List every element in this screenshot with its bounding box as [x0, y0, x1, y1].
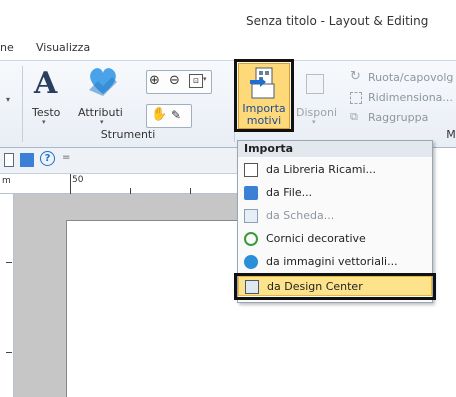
vector-icon — [244, 255, 258, 269]
ruota-button[interactable]: ↻ Ruota/capovolg — [346, 69, 456, 86]
zoom-fit-icon[interactable]: ⊡ — [189, 74, 203, 88]
group-m-label: M — [446, 128, 456, 141]
import-menu-header: Importa — [238, 141, 432, 157]
design-page[interactable] — [66, 220, 240, 397]
layout-icon[interactable] — [20, 153, 34, 167]
window-title: Senza titolo - Layout & Editing — [246, 14, 429, 28]
menu-item-label: da immagini vettoriali... — [266, 255, 398, 268]
text-icon: A — [34, 66, 58, 101]
page-icon[interactable] — [4, 153, 14, 167]
customize-icon[interactable]: = — [62, 152, 70, 163]
resize-icon — [350, 92, 362, 104]
tab-visualizza[interactable]: Visualizza — [36, 41, 90, 54]
ruler-tick — [6, 352, 12, 353]
measure-icon[interactable]: ✎ — [171, 108, 181, 122]
ridimensiona-label: Ridimensiona... — [368, 91, 453, 104]
library-icon — [244, 163, 258, 177]
heart-icon — [89, 68, 117, 96]
testo-label: Testo — [32, 106, 61, 119]
group-icon: ⧉ — [350, 110, 358, 123]
menu-item-file[interactable]: da File... — [238, 183, 432, 203]
menu-item-vettoriali[interactable]: da immagini vettoriali... — [238, 252, 432, 272]
design-center-callout — [234, 273, 436, 300]
pan-measure-group: ✋ ✎ — [146, 104, 192, 128]
testo-button[interactable]: A Testo ▾ — [28, 64, 66, 126]
raggruppa-label: Raggruppa — [368, 111, 429, 124]
ruler-tick — [6, 262, 12, 263]
strumenti-group-label: Strumenti — [100, 128, 156, 141]
menu-item-cornici[interactable]: Cornici decorative — [238, 229, 432, 249]
chevron-down-icon: ▾ — [42, 118, 46, 126]
menu-item-label: da File... — [266, 186, 313, 199]
ridimensiona-button[interactable]: Ridimensiona... — [346, 90, 456, 106]
frame-icon — [244, 232, 258, 246]
folder-icon — [244, 186, 258, 200]
horizontal-ruler — [0, 174, 240, 194]
zoom-out-icon[interactable]: ⊖ — [169, 73, 180, 88]
chevron-down-icon: ▾ — [312, 118, 316, 126]
tab-partial[interactable]: ne — [0, 41, 14, 54]
ruler-tick — [70, 174, 71, 194]
arrange-icon — [306, 74, 324, 94]
disponi-label: Disponi — [296, 106, 337, 119]
menu-item-libreria[interactable]: da Libreria Ricami... — [238, 160, 432, 180]
menu-item-label: Cornici decorative — [266, 232, 366, 245]
chevron-down-icon[interactable]: ▾ — [203, 75, 207, 83]
zoom-in-icon[interactable]: ⊕ — [149, 73, 160, 88]
ruota-label: Ruota/capovolg — [368, 71, 454, 84]
chevron-down-icon[interactable]: ▾ — [6, 95, 10, 104]
group-divider — [22, 66, 23, 142]
chevron-down-icon: ▾ — [100, 118, 104, 126]
document-toolbar — [0, 148, 240, 174]
ruler-mark-50: 50 — [72, 175, 84, 185]
raggruppa-button[interactable]: ⧉ Raggruppa — [346, 110, 456, 126]
help-icon[interactable]: ? — [40, 151, 55, 166]
zoom-group: ⊕ ⊖ ⊡ ▾ — [146, 70, 212, 94]
disponi-button[interactable]: Disponi ▾ — [296, 72, 338, 126]
importa-callout — [234, 59, 294, 132]
rotate-icon: ↻ — [350, 69, 361, 84]
menu-item-scheda[interactable]: da Scheda... — [238, 206, 432, 226]
menu-item-label: da Libreria Ricami... — [266, 163, 376, 176]
attributi-button[interactable]: Attributi ▾ — [76, 64, 132, 126]
hand-icon[interactable]: ✋ — [151, 107, 167, 122]
card-icon — [244, 209, 258, 223]
vertical-ruler — [0, 194, 14, 397]
ruler-unit: m — [2, 176, 11, 186]
menu-item-label: da Scheda... — [266, 209, 335, 222]
